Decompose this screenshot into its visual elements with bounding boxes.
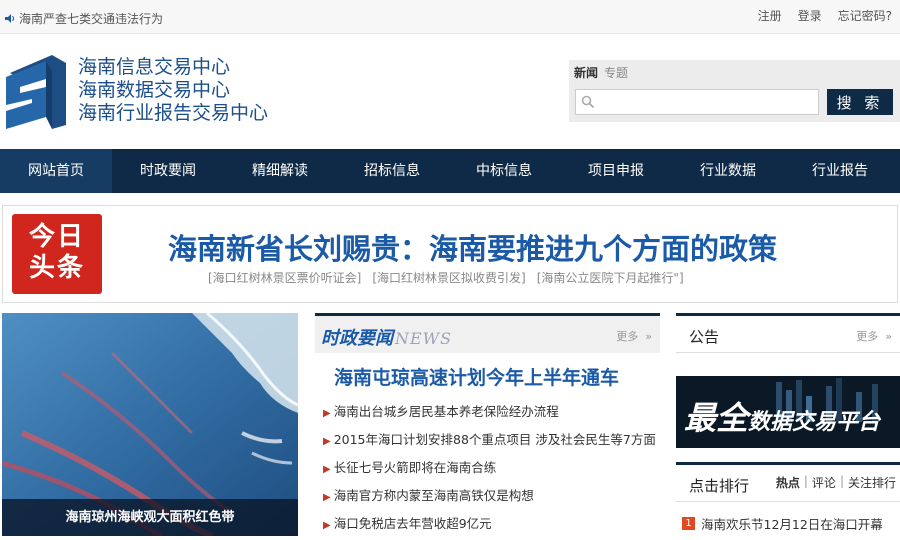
banner-text: 最全数据交易平台 (684, 393, 880, 439)
tab-hot[interactable]: 热点 (776, 474, 800, 491)
related-link[interactable]: [海口红树林景区拟收费引发] (372, 269, 525, 286)
news-item-text: 海南出台城乡居民基本养老保险经办流程 (333, 404, 559, 419)
related-link[interactable]: [海南公立医院下月起推行"] (537, 269, 684, 286)
news-list: ▶ 海南出台城乡居民基本养老保险经办流程 ▶ 2015年海口计划安排88个重点项目 … (315, 398, 660, 538)
top-bar: 海南严查七类交通违法行为 注册 登录 忘记密码? (0, 0, 900, 34)
site-name-line: 海南数据交易中心 (78, 79, 231, 101)
news-item[interactable]: ▶ 海口免税店去年营收超9亿元 (315, 510, 660, 538)
nav-politics[interactable]: 时政要闻 (112, 149, 224, 193)
data-platform-banner[interactable]: 最全数据交易平台 (676, 376, 900, 448)
more-label: 更多 (856, 330, 879, 343)
double-chevron-icon: » (881, 330, 892, 343)
bullet-arrow-icon: ▶ (323, 464, 331, 475)
today-headline-badge: 今日 头条 (12, 214, 102, 294)
search-tabs: 新闻 专题 (574, 64, 628, 81)
top-notice[interactable]: 海南严查七类交通违法行为 (4, 10, 163, 27)
divider: | (839, 474, 844, 488)
search-input[interactable] (600, 92, 815, 112)
news-lead-link[interactable]: 海南屯琼高速计划今年上半年通车 (334, 363, 619, 390)
news-item-text: 2015年海口计划安排88个重点项目 涉及社会民生等7方面 (333, 432, 656, 447)
register-link[interactable]: 注册 (758, 7, 782, 24)
ranking-title: 点击排行 (689, 477, 750, 495)
tab-attention[interactable]: 关注排行 (848, 474, 896, 491)
speaker-icon (5, 14, 14, 23)
news-title: 时政要闻 (321, 328, 393, 349)
site-name-line: 海南行业报告交易中心 (78, 102, 269, 124)
ranking-item-text: 海南欢乐节12月12日在海口开幕 (701, 517, 883, 532)
announcement-header: 公告 更多 » (676, 313, 900, 353)
news-item-text: 长征七号火箭即将在海南合练 (333, 460, 497, 475)
divider: | (803, 474, 808, 488)
nav-industry-reports[interactable]: 行业报告 (784, 149, 896, 193)
news-item[interactable]: ▶ 海南出台城乡居民基本养老保险经办流程 (315, 398, 660, 426)
main-nav: 网站首页 时政要闻 精细解读 招标信息 中标信息 项目申报 行业数据 行业报告 (0, 149, 900, 193)
login-link[interactable]: 登录 (798, 7, 822, 24)
bullet-arrow-icon: ▶ (323, 436, 331, 447)
search-icon (581, 95, 595, 109)
news-item[interactable]: ▶ 2015年海口计划安排88个重点项目 涉及社会民生等7方面 (315, 426, 660, 454)
rank-number: 1 (682, 517, 695, 530)
nav-awards[interactable]: 中标信息 (448, 149, 560, 193)
announcement-title: 公告 (689, 328, 720, 346)
nav-tenders[interactable]: 招标信息 (336, 149, 448, 193)
news-more-link[interactable]: 更多 » (616, 328, 652, 344)
news-section: 时政要闻 NEWS 更多 » 海南屯琼高速计划今年上半年通车 ▶ 海南出台城乡居民… (315, 313, 660, 536)
tab-topics[interactable]: 专题 (604, 64, 628, 81)
click-ranking: 点击排行 热点 | 评论 | 关注排行 1 海南欢乐节12月12日在海口开幕 (676, 462, 900, 536)
news-item[interactable]: ▶ 长征七号火箭即将在海南合练 (315, 454, 660, 482)
photo-caption[interactable]: 海南琼州海峡观大面积红色带 (2, 499, 298, 536)
account-links: 注册 登录 忘记密码? (758, 7, 892, 24)
bullet-arrow-icon: ▶ (323, 520, 331, 531)
top-notice-text[interactable]: 海南严查七类交通违法行为 (19, 10, 163, 27)
forgot-password-link[interactable]: 忘记密码? (838, 7, 892, 24)
news-title-en: NEWS (395, 329, 453, 348)
more-label: 更多 (616, 330, 639, 343)
search-button[interactable]: 搜 索 (827, 89, 893, 115)
nav-home[interactable]: 网站首页 (0, 149, 112, 193)
banner-text-rest: 数据交易平台 (748, 410, 881, 435)
double-chevron-icon: » (641, 330, 652, 343)
site-name: 海南信息交易中心 海南数据交易中心 海南行业报告交易中心 (78, 56, 268, 125)
search-panel: 新闻 专题 搜 索 (569, 60, 900, 122)
nav-industry-data[interactable]: 行业数据 (672, 149, 784, 193)
related-link[interactable]: [海口红树林景区票价听证会] (208, 269, 361, 286)
headline-related: [海口红树林景区票价听证会] [海口红树林景区拟收费引发] [海南公立医院下月起… (208, 269, 684, 286)
tab-comments[interactable]: 评论 (812, 474, 836, 491)
bullet-arrow-icon: ▶ (323, 492, 331, 503)
news-item-text: 海口免税店去年营收超9亿元 (333, 516, 492, 531)
badge-line: 头条 (28, 253, 85, 283)
banner-text-big: 最全 (684, 399, 749, 437)
news-header: 时政要闻 NEWS 更多 » (315, 313, 660, 353)
announcement-more-link[interactable]: 更多 » (856, 328, 892, 344)
nav-projects[interactable]: 项目申报 (560, 149, 672, 193)
ranking-item[interactable]: 1 海南欢乐节12月12日在海口开幕 (682, 514, 883, 533)
featured-photo[interactable]: 海南琼州海峡观大面积红色带 (2, 313, 298, 536)
news-item[interactable]: ▶ 海南官方称内蒙至海南高铁仅是构想 (315, 482, 660, 510)
badge-line: 今日 (28, 222, 85, 252)
nav-analysis[interactable]: 精细解读 (224, 149, 336, 193)
site-name-line: 海南信息交易中心 (78, 56, 231, 78)
ranking-tabs: 热点 | 评论 | 关注排行 (776, 474, 896, 491)
search-field (575, 89, 819, 115)
headline-section: 今日 头条 海南新省长刘赐贵：海南要推进九个方面的政策 [海口红树林景区票价听证… (2, 205, 898, 303)
tab-news[interactable]: 新闻 (574, 64, 598, 81)
bullet-arrow-icon: ▶ (323, 408, 331, 419)
site-logo-icon[interactable] (2, 53, 74, 129)
news-item-text: 海南官方称内蒙至海南高铁仅是构想 (333, 488, 534, 503)
headline-title[interactable]: 海南新省长刘赐贵：海南要推进九个方面的政策 (168, 226, 777, 268)
